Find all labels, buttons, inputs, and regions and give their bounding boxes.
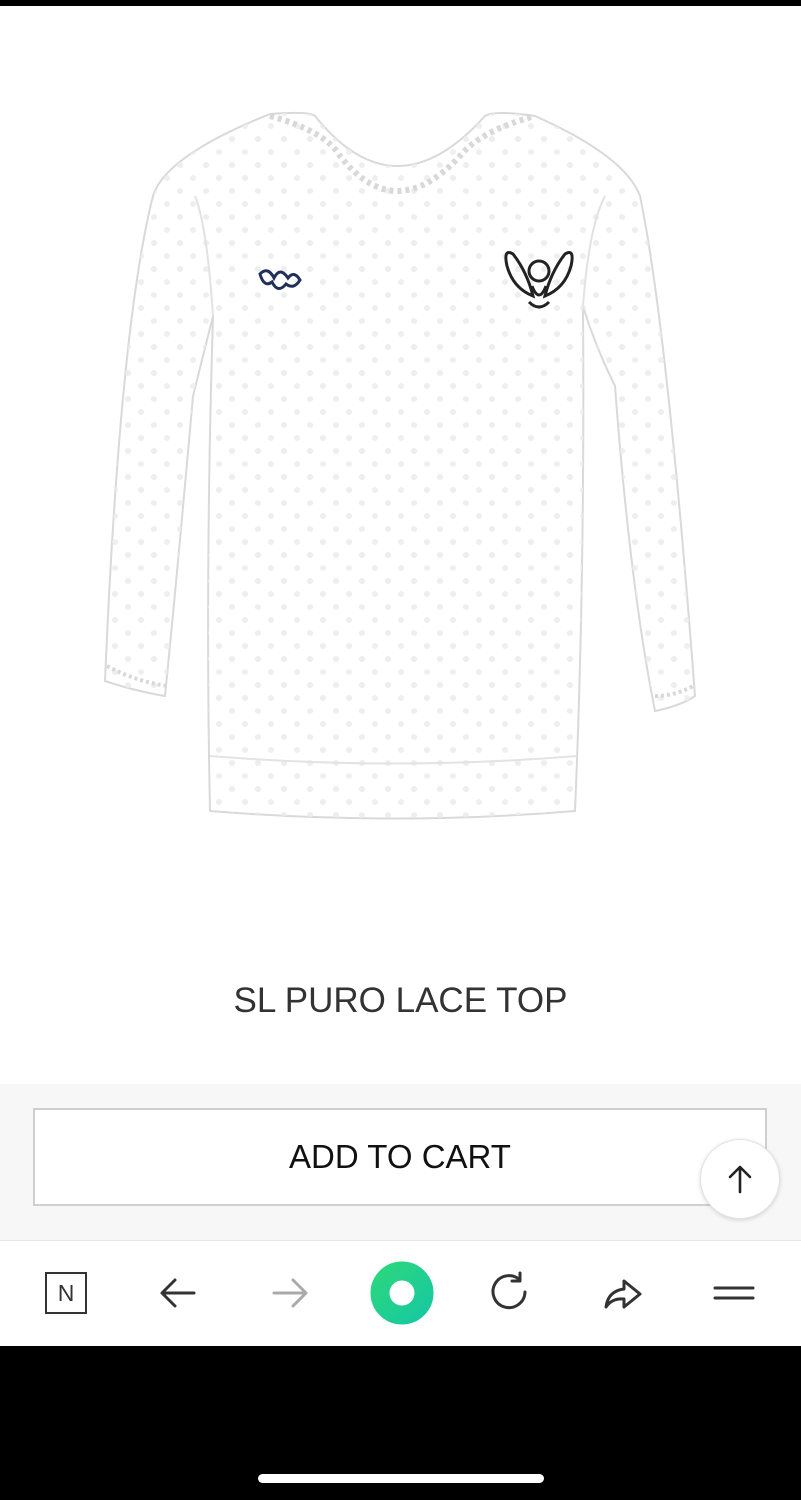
forward-button[interactable] (262, 1265, 318, 1321)
reload-button[interactable] (482, 1265, 538, 1321)
scroll-to-top-button[interactable] (700, 1139, 780, 1219)
forward-arrow-icon (272, 1278, 308, 1308)
arrow-up-icon (728, 1165, 752, 1194)
product-page: SL PURO LACE TOP (0, 6, 801, 1084)
share-button[interactable] (594, 1265, 650, 1321)
menu-button[interactable] (706, 1265, 762, 1321)
tabs-label: N (57, 1279, 75, 1306)
reload-icon (491, 1271, 527, 1310)
tabs-button[interactable]: N (38, 1265, 94, 1321)
home-button[interactable] (370, 1261, 434, 1325)
add-to-cart-bar: ADD TO CART (0, 1084, 801, 1240)
add-to-cart-button[interactable]: ADD TO CART (33, 1108, 767, 1206)
back-arrow-icon (160, 1278, 196, 1308)
browser-toolbar: N (0, 1240, 801, 1346)
add-to-cart-label: ADD TO CART (289, 1138, 511, 1175)
menu-icon (713, 1286, 755, 1300)
product-title: SL PURO LACE TOP (233, 981, 568, 1020)
home-indicator (258, 1474, 544, 1483)
back-button[interactable] (150, 1265, 206, 1321)
home-ring-icon (370, 1261, 434, 1325)
tabs-icon: N (45, 1272, 87, 1314)
product-image[interactable] (95, 106, 705, 826)
share-icon (604, 1279, 642, 1309)
